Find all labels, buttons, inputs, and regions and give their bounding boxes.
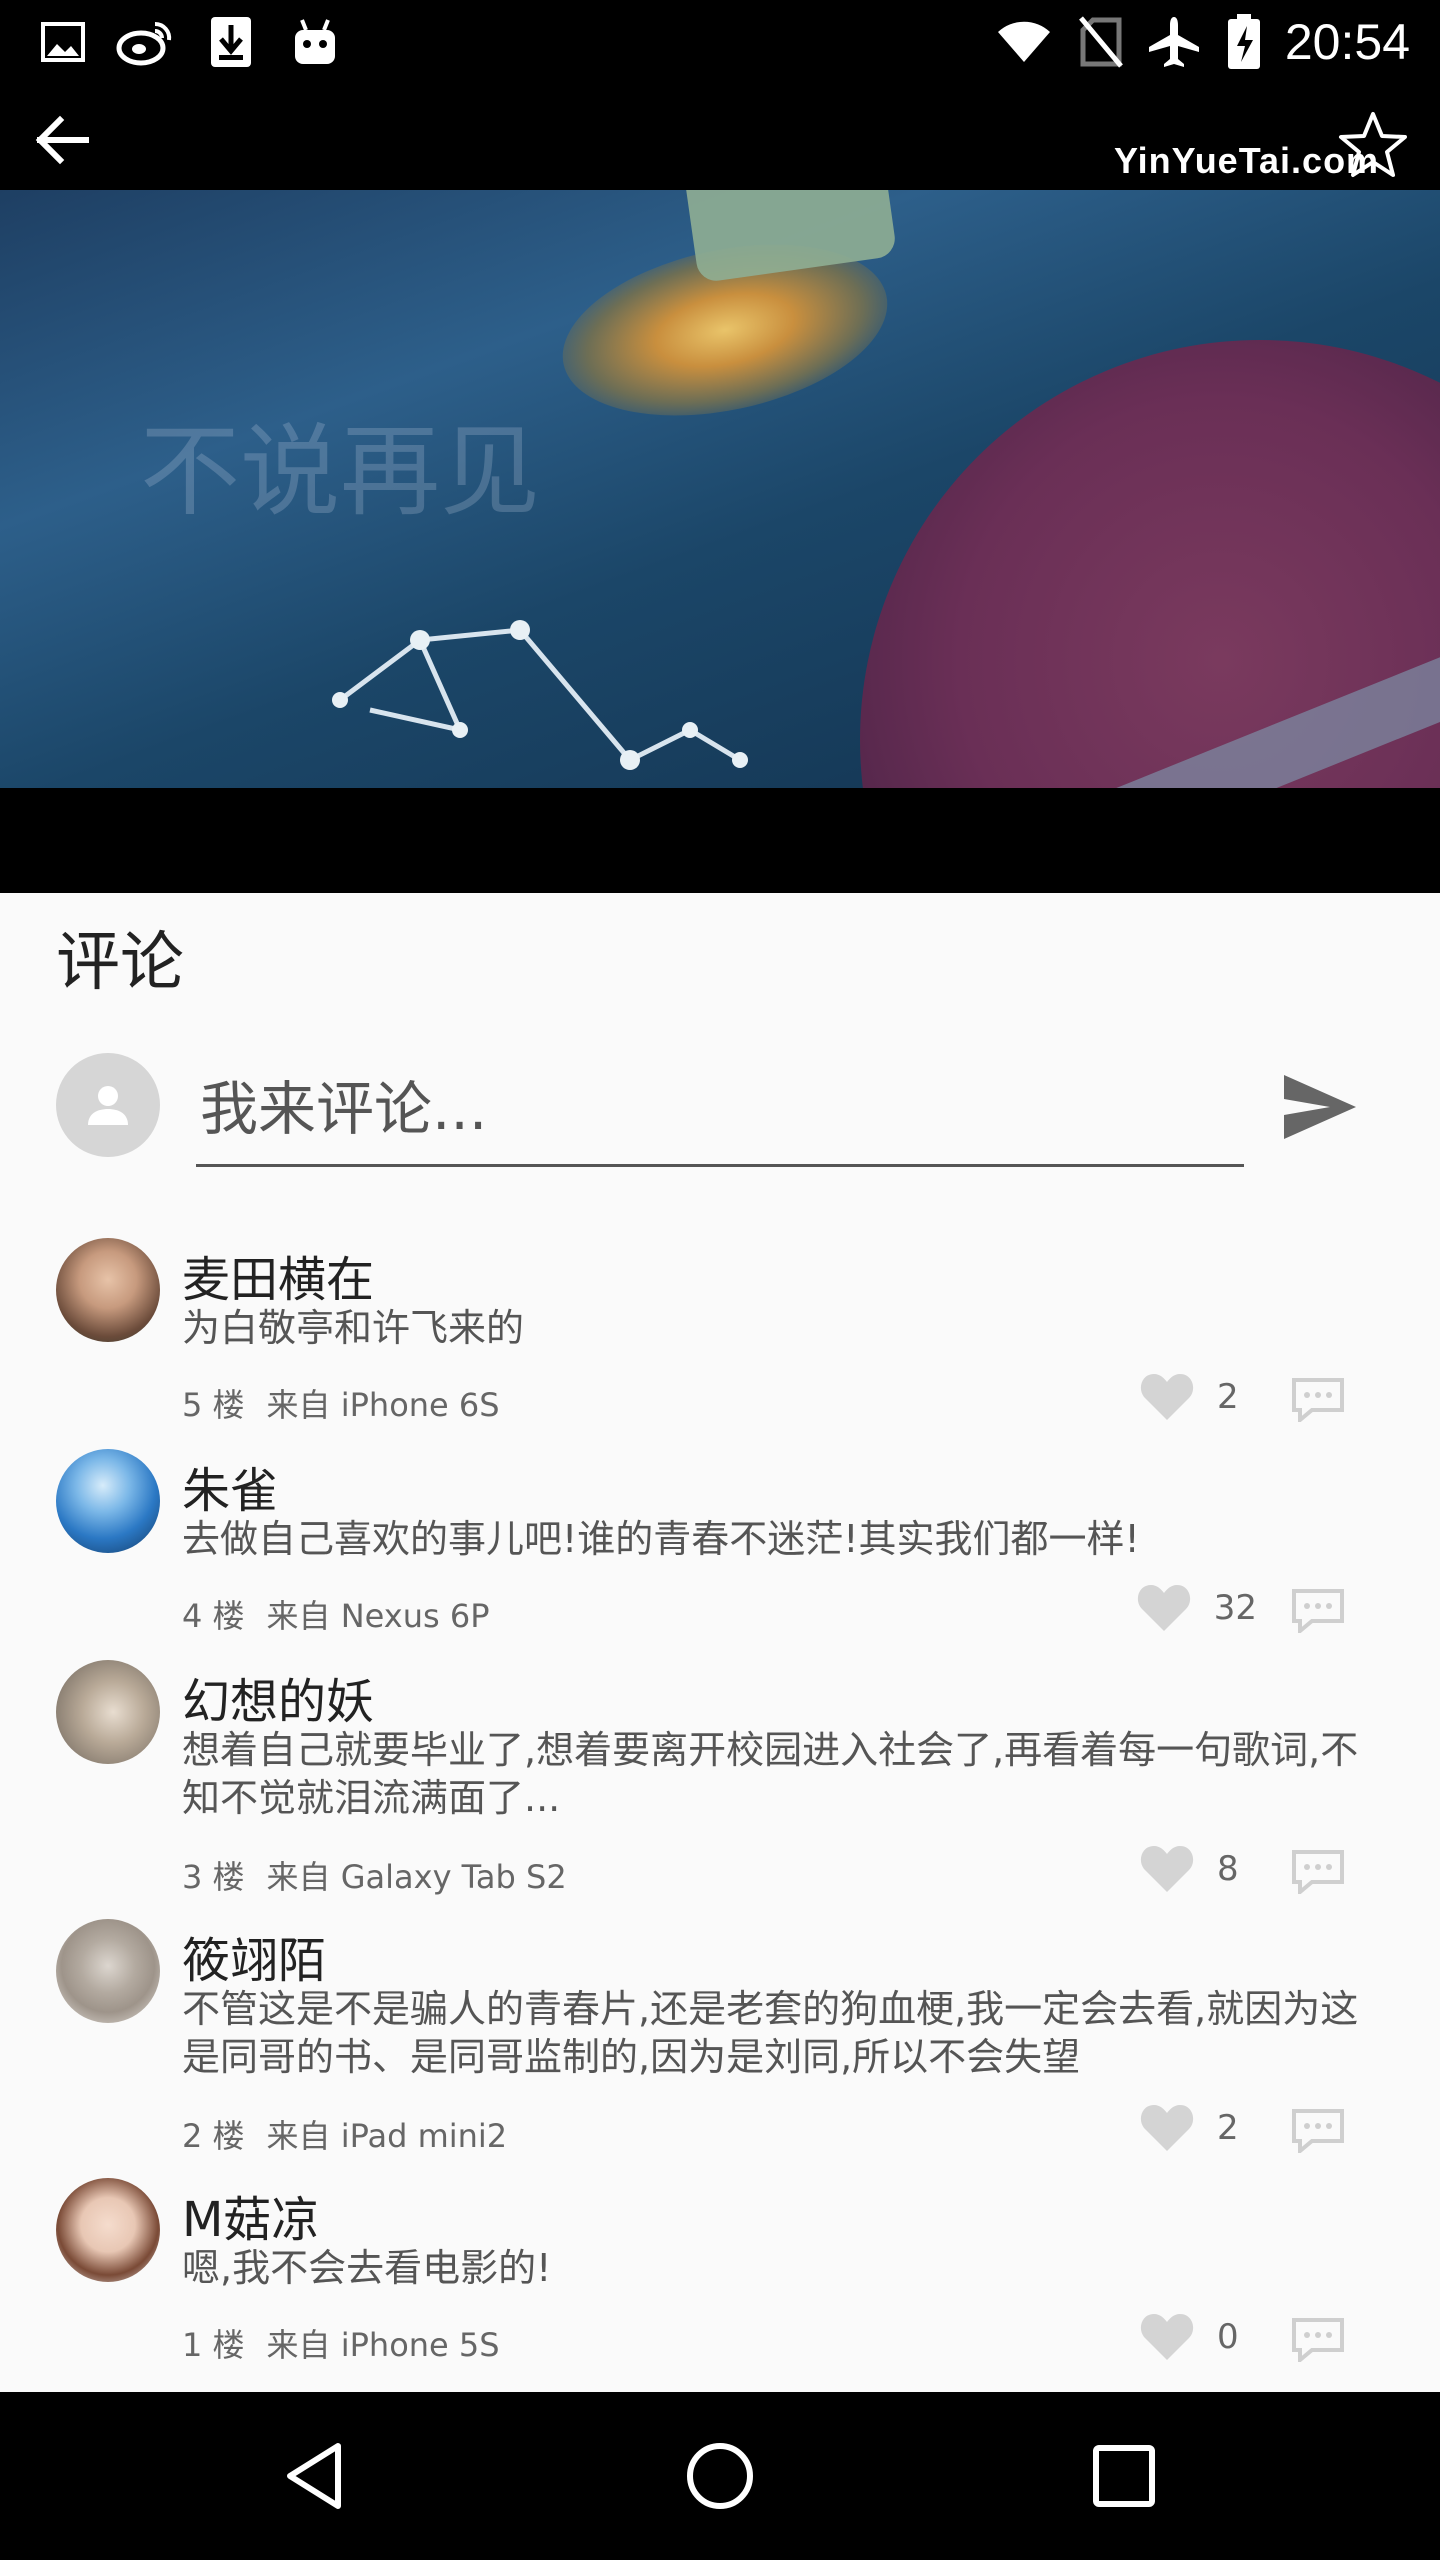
person-icon	[88, 1086, 128, 1125]
android-icon	[290, 14, 340, 70]
avatar[interactable]	[56, 2178, 160, 2282]
avatar[interactable]	[56, 1660, 160, 1764]
avatar[interactable]	[56, 1919, 160, 2023]
comment-author[interactable]: 麦田横在	[182, 1240, 374, 1310]
heart-icon	[1140, 1374, 1194, 1420]
status-time: 20:54	[1284, 14, 1410, 70]
comment-source: 来自 iPhone 6S	[266, 1386, 500, 1424]
comment-text: 嗯,我不会去看电影的!	[182, 2246, 552, 2290]
comment-floor: 4 楼	[182, 1597, 245, 1635]
comment-source: 来自 iPhone 5S	[266, 2326, 500, 2364]
comment-text: 不管这是不是骗人的青春片,还是老套的狗血梗,我一定会去看,就因为这是同哥的书、是…	[182, 1987, 1359, 2079]
wifi-icon	[996, 14, 1052, 70]
comment-source: 来自 Nexus 6P	[266, 1597, 490, 1635]
home-nav-icon[interactable]	[680, 2436, 760, 2516]
video-letterbox	[0, 788, 1440, 893]
reply-icon[interactable]	[1290, 2316, 1346, 2365]
like-button[interactable]: 8	[1139, 1844, 1257, 1894]
back-arrow-icon[interactable]	[30, 108, 94, 172]
favorite-star-icon[interactable]	[1338, 110, 1408, 180]
airplane-mode-icon	[1146, 14, 1202, 70]
battery-charging-icon	[1224, 14, 1264, 70]
reply-icon[interactable]	[1290, 1587, 1346, 1636]
reply-icon[interactable]	[1290, 1376, 1346, 1425]
heart-icon	[1140, 2105, 1194, 2151]
comment-source: 来自 iPad mini2	[266, 2117, 508, 2155]
comment-source: 来自 Galaxy Tab S2	[266, 1858, 567, 1896]
comment-text: 想着自己就要毕业了,想着要离开校园进入社会了,再看着每一句歌词,不知不觉就泪流满…	[182, 1728, 1359, 1820]
like-button[interactable]: 0	[1139, 2312, 1257, 2362]
back-nav-icon[interactable]	[276, 2436, 356, 2516]
comments-title: 评论	[56, 926, 184, 1000]
like-count: 8	[1217, 1849, 1239, 1889]
heart-icon	[1137, 1585, 1190, 1631]
status-bar: 20:54	[0, 0, 1440, 84]
comment-meta: 1 楼来自 iPhone 5S	[182, 2320, 522, 2366]
comment-meta: 2 楼来自 iPad mini2	[182, 2111, 529, 2157]
reply-icon[interactable]	[1290, 1848, 1346, 1897]
like-count: 0	[1217, 2317, 1239, 2357]
comment-author[interactable]: M菇凉	[182, 2180, 319, 2250]
comments-panel: 评论 麦田横在 为白敬亭和许飞来的 5 楼来自 iPhone 6S 2 朱雀 去…	[0, 893, 1440, 2392]
comment-author[interactable]: 朱雀	[182, 1451, 278, 1521]
heart-icon	[1140, 1846, 1194, 1892]
comment-floor: 5 楼	[182, 1386, 245, 1424]
like-button[interactable]: 2	[1139, 1372, 1257, 1422]
comment-text: 去做自己喜欢的事儿吧!谁的青春不迷茫!其实我们都一样!	[182, 1517, 1140, 1561]
video-overlay-title: 不说再见	[140, 413, 540, 530]
recents-nav-icon[interactable]	[1084, 2436, 1164, 2516]
comment-text: 为白敬亭和许飞来的	[182, 1306, 525, 1350]
comment-meta: 5 楼来自 iPhone 6S	[182, 1380, 522, 1426]
like-count: 2	[1217, 2108, 1239, 2148]
heart-icon	[1140, 2314, 1194, 2360]
comment-meta: 4 楼来自 Nexus 6P	[182, 1591, 512, 1637]
like-count: 2	[1217, 1377, 1239, 1417]
comment-meta: 3 楼来自 Galaxy Tab S2	[182, 1852, 589, 1898]
comment-input-row	[0, 1053, 1440, 1193]
gallery-icon	[38, 14, 88, 70]
comment-floor: 1 楼	[182, 2326, 245, 2364]
system-nav-bar	[0, 2392, 1440, 2560]
reply-icon[interactable]	[1290, 2107, 1346, 2156]
comment-author[interactable]: 筱翊陌	[182, 1921, 326, 1991]
like-count: 32	[1213, 1588, 1257, 1628]
send-icon[interactable]	[1280, 1067, 1360, 1147]
comment-floor: 2 楼	[182, 2117, 245, 2155]
avatar[interactable]	[56, 1238, 160, 1342]
no-sim-icon	[1076, 14, 1126, 70]
comment-input[interactable]	[196, 1053, 1244, 1167]
my-avatar[interactable]	[56, 1053, 160, 1157]
comment-author[interactable]: 幻想的妖	[182, 1662, 374, 1732]
like-button[interactable]: 32	[1136, 1583, 1257, 1633]
avatar[interactable]	[56, 1449, 160, 1553]
video-constellation-art	[332, 620, 748, 770]
download-icon	[206, 14, 256, 70]
video-player[interactable]: 不说再见	[0, 190, 1440, 788]
like-button[interactable]: 2	[1139, 2103, 1257, 2153]
video-toolbar: YinYueTai.com	[0, 84, 1440, 190]
weibo-icon	[114, 14, 176, 70]
comment-floor: 3 楼	[182, 1858, 245, 1896]
